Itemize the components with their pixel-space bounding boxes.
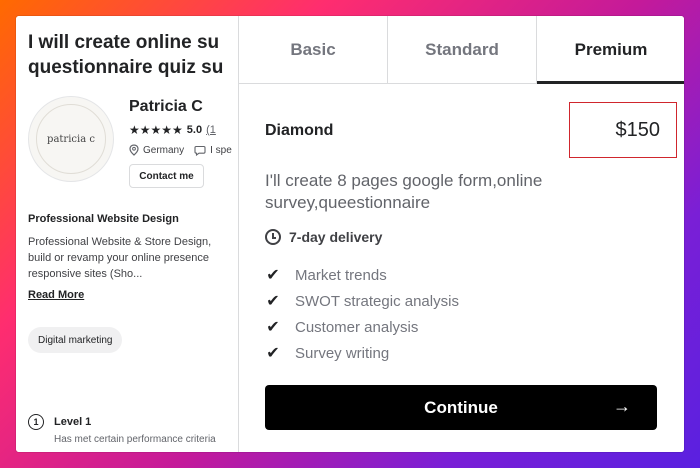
about-desc-line-3: responsive sites (Sho... (28, 268, 143, 280)
seller-panel: I will create online su questionnaire qu… (16, 16, 238, 452)
seller-languages: I spe (210, 144, 232, 156)
rating-count-link[interactable]: (1 (206, 124, 216, 136)
avatar[interactable]: patricia c (28, 96, 114, 182)
star-icons: ★★★★★ (129, 123, 183, 137)
package-panel: Basic Standard Premium Diamond $150 I'll… (238, 16, 684, 452)
level-description: Has met certain performance criteria (54, 434, 216, 445)
package-desc-line-2: survey,queestionnaire (265, 193, 431, 212)
tab-basic[interactable]: Basic (239, 16, 388, 83)
feature-label: Market trends (295, 266, 387, 284)
speech-bubble-icon (194, 145, 206, 156)
about-title: Professional Website Design (28, 213, 179, 225)
delivery-label: 7-day delivery (289, 229, 383, 245)
gig-page-frame: I will create online su questionnaire qu… (16, 16, 684, 452)
feature-label: SWOT strategic analysis (295, 292, 459, 310)
level-badge-icon: 1 (28, 414, 44, 430)
package-desc-line-1: I'll create 8 pages google form,online (265, 171, 543, 190)
feature-item: ✔ Survey writing (265, 340, 459, 366)
feature-label: Survey writing (295, 344, 390, 362)
about-desc-line-2: build or revamp your online presence (28, 252, 209, 264)
package-tabs: Basic Standard Premium (239, 16, 684, 84)
package-name: Diamond (265, 122, 334, 139)
continue-button[interactable]: Continue → (265, 385, 657, 430)
checkmark-icon: ✔ (266, 345, 280, 362)
price-highlight-box: $150 (569, 102, 677, 158)
contact-me-button[interactable]: Contact me (129, 164, 204, 188)
about-description: Professional Website & Store Design, bui… (28, 234, 238, 282)
feature-item: ✔ Market trends (265, 262, 459, 288)
feature-item: ✔ Customer analysis (265, 314, 459, 340)
package-description: I'll create 8 pages google form,online s… (265, 170, 625, 214)
gig-title: I will create online su questionnaire qu… (28, 30, 238, 80)
gig-title-line-2: questionnaire quiz su (28, 57, 224, 78)
feature-label: Customer analysis (295, 318, 419, 336)
level-title: Level 1 (54, 416, 92, 428)
checkmark-icon: ✔ (266, 293, 280, 310)
gig-title-line-1: I will create online su (28, 32, 220, 53)
package-price: $150 (615, 118, 661, 141)
arrow-right-icon: → (613, 396, 631, 416)
read-more-link[interactable]: Read More (28, 289, 84, 301)
tab-standard[interactable]: Standard (388, 16, 537, 83)
feature-list: ✔ Market trends ✔ SWOT strategic analysi… (265, 262, 459, 366)
feature-item: ✔ SWOT strategic analysis (265, 288, 459, 314)
clock-icon (265, 229, 281, 245)
seller-country: Germany (143, 144, 185, 156)
seller-name[interactable]: Patricia C (129, 98, 203, 116)
rating-value: 5.0 (186, 124, 203, 136)
checkmark-icon: ✔ (266, 267, 280, 284)
category-tag[interactable]: Digital marketing (28, 327, 123, 353)
avatar-logo: patricia c (36, 104, 106, 174)
about-desc-line-1: Professional Website & Store Design, (28, 236, 212, 248)
seller-meta: Germany I spe (129, 144, 232, 156)
delivery-time: 7-day delivery (265, 229, 382, 245)
continue-label: Continue (424, 397, 498, 417)
seller-rating: ★★★★★ 5.0 (1 (129, 123, 216, 137)
location-pin-icon (129, 144, 139, 156)
checkmark-icon: ✔ (266, 319, 280, 336)
tab-premium[interactable]: Premium (537, 16, 684, 84)
